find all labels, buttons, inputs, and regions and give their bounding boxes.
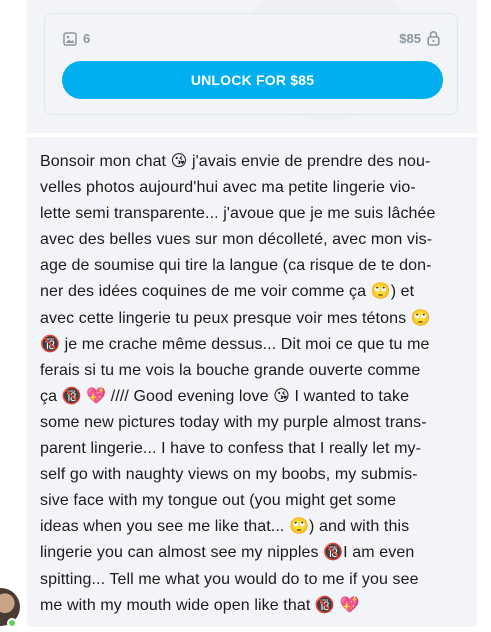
message-bubble: Bonsoir mon chat 😘 j'avais envie de pren… <box>27 137 477 627</box>
online-status-indicator <box>7 618 17 628</box>
image-icon <box>63 31 77 46</box>
lock-icon <box>427 31 440 46</box>
unlock-button[interactable]: UNLOCK FOR $85 <box>62 61 443 99</box>
message-text: Bonsoir mon chat 😘 j'avais envie de pren… <box>40 153 436 614</box>
media-count: 6 <box>63 31 90 46</box>
media-count-value: 6 <box>83 31 91 46</box>
locked-media-box: 6 $85 UNLOCK FOR $85 <box>44 13 458 115</box>
price-indicator: $85 <box>399 30 440 46</box>
price-value: $85 <box>399 30 421 46</box>
